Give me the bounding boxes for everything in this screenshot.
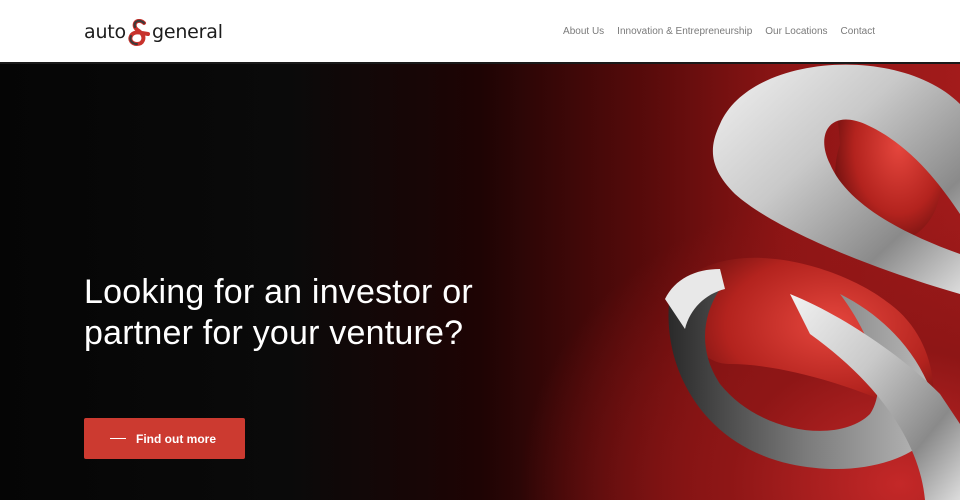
brand-logo[interactable]: auto general xyxy=(84,16,223,48)
top-navbar: auto general About Us Innovation & Entre… xyxy=(0,0,960,64)
nav-link-contact[interactable]: Contact xyxy=(841,23,875,41)
nav-link-about-us[interactable]: About Us xyxy=(563,23,604,41)
logo-word-auto: auto xyxy=(84,20,126,43)
main-nav: About Us Innovation & Entrepreneurship O… xyxy=(563,23,875,41)
nav-link-innovation[interactable]: Innovation & Entrepreneurship xyxy=(617,23,752,41)
ampersand-logo-icon xyxy=(128,19,150,47)
find-out-more-button[interactable]: Find out more xyxy=(84,418,245,459)
nav-link-our-locations[interactable]: Our Locations xyxy=(765,23,827,41)
find-out-more-label: Find out more xyxy=(136,431,216,446)
ampersand-sculpture-icon xyxy=(665,64,960,500)
hero-headline: Looking for an investor or partner for y… xyxy=(84,273,473,352)
hero-banner: Looking for an investor or partner for y… xyxy=(0,64,960,500)
dash-icon xyxy=(110,438,126,439)
logo-word-general: general xyxy=(151,20,223,43)
